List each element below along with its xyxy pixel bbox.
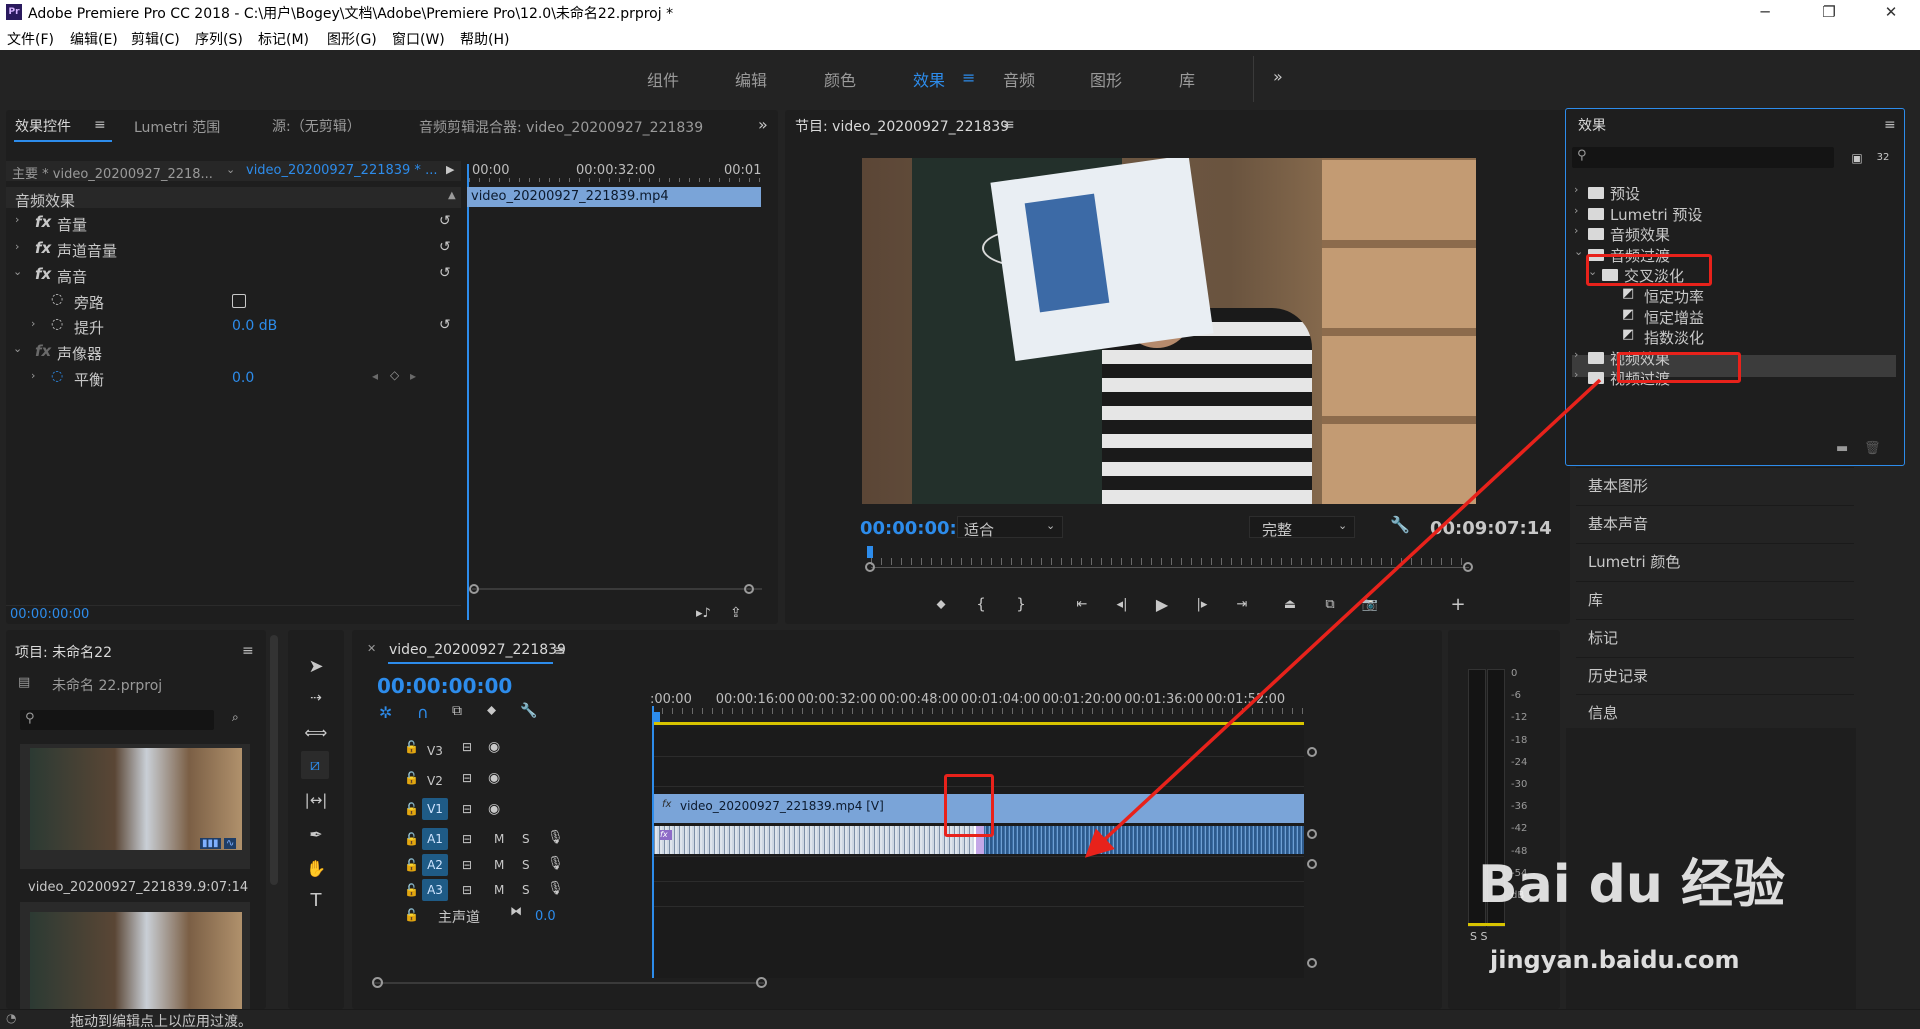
- baidu-watermark-url: jingyan.baidu.com: [1490, 946, 1740, 974]
- status-text: 拖动到编辑点上以应用过渡。: [70, 1014, 252, 1029]
- status-icon: ◔: [6, 1011, 17, 1025]
- baidu-watermark-logo: Bai du 经验: [1478, 855, 1785, 915]
- status-bar: ◔ 拖动到编辑点上以应用过渡。: [0, 1009, 1920, 1029]
